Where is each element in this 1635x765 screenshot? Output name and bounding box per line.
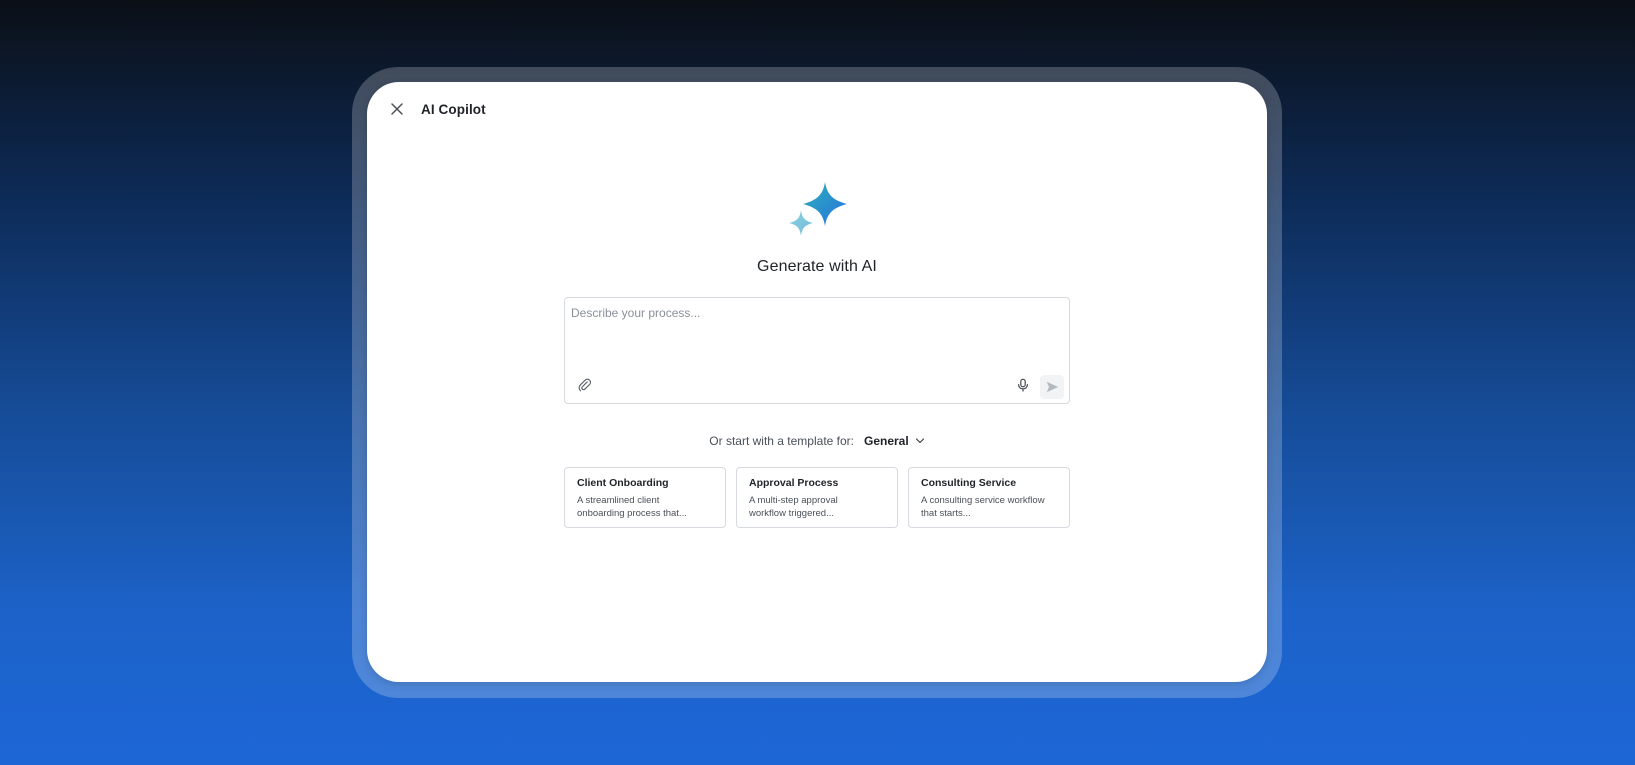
template-label: Or start with a template for: (709, 434, 854, 448)
microphone-icon (1018, 378, 1028, 392)
template-card-desc-line: onboarding process that... (577, 508, 687, 519)
close-button[interactable] (385, 97, 409, 121)
template-card-desc-line: A consulting service workflow (921, 495, 1045, 506)
close-icon (391, 103, 403, 115)
paperclip-icon (578, 378, 592, 392)
attach-button[interactable] (575, 375, 595, 395)
template-card-client-onboarding[interactable]: Client Onboarding A streamlined client o… (564, 467, 726, 528)
microphone-button[interactable] (1013, 375, 1033, 395)
template-cards: Client Onboarding A streamlined client o… (564, 467, 1070, 528)
process-description-input[interactable] (565, 298, 1069, 358)
dialog-title: AI Copilot (421, 101, 486, 117)
template-card-desc-line: that starts... (921, 508, 971, 519)
template-card-title: Client Onboarding (577, 477, 669, 489)
template-selector-row: Or start with a template for: General (367, 434, 1267, 448)
template-card-desc-line: workflow triggered... (749, 508, 835, 519)
template-card-title: Consulting Service (921, 477, 1017, 489)
template-card-description: A streamlined client onboarding process … (577, 494, 713, 520)
template-card-consulting-service[interactable]: Consulting Service A consulting service … (908, 467, 1070, 528)
template-category-dropdown[interactable]: General (864, 434, 925, 448)
template-card-desc-line: A multi-step approval (749, 495, 838, 506)
template-card-approval-process[interactable]: Approval Process A multi-step approval w… (736, 467, 898, 528)
dialog-header: AI Copilot (385, 97, 486, 121)
template-card-description: A consulting service workflow that start… (921, 494, 1057, 520)
template-category-value: General (864, 434, 909, 448)
hero-title: Generate with AI (757, 258, 877, 275)
window-frame: AI Copilot Generate with AI Describe you… (352, 67, 1282, 698)
template-card-desc-line: A streamlined client (577, 495, 660, 506)
template-card-description: A multi-step approval workflow triggered… (749, 494, 885, 520)
prompt-box (564, 297, 1070, 404)
send-icon (1046, 381, 1059, 393)
template-card-title: Approval Process (749, 477, 839, 489)
send-button[interactable] (1040, 375, 1064, 399)
ai-copilot-dialog: AI Copilot Generate with AI Describe you… (367, 82, 1267, 682)
chevron-down-icon (915, 438, 924, 444)
sparkle-icon (789, 182, 847, 236)
